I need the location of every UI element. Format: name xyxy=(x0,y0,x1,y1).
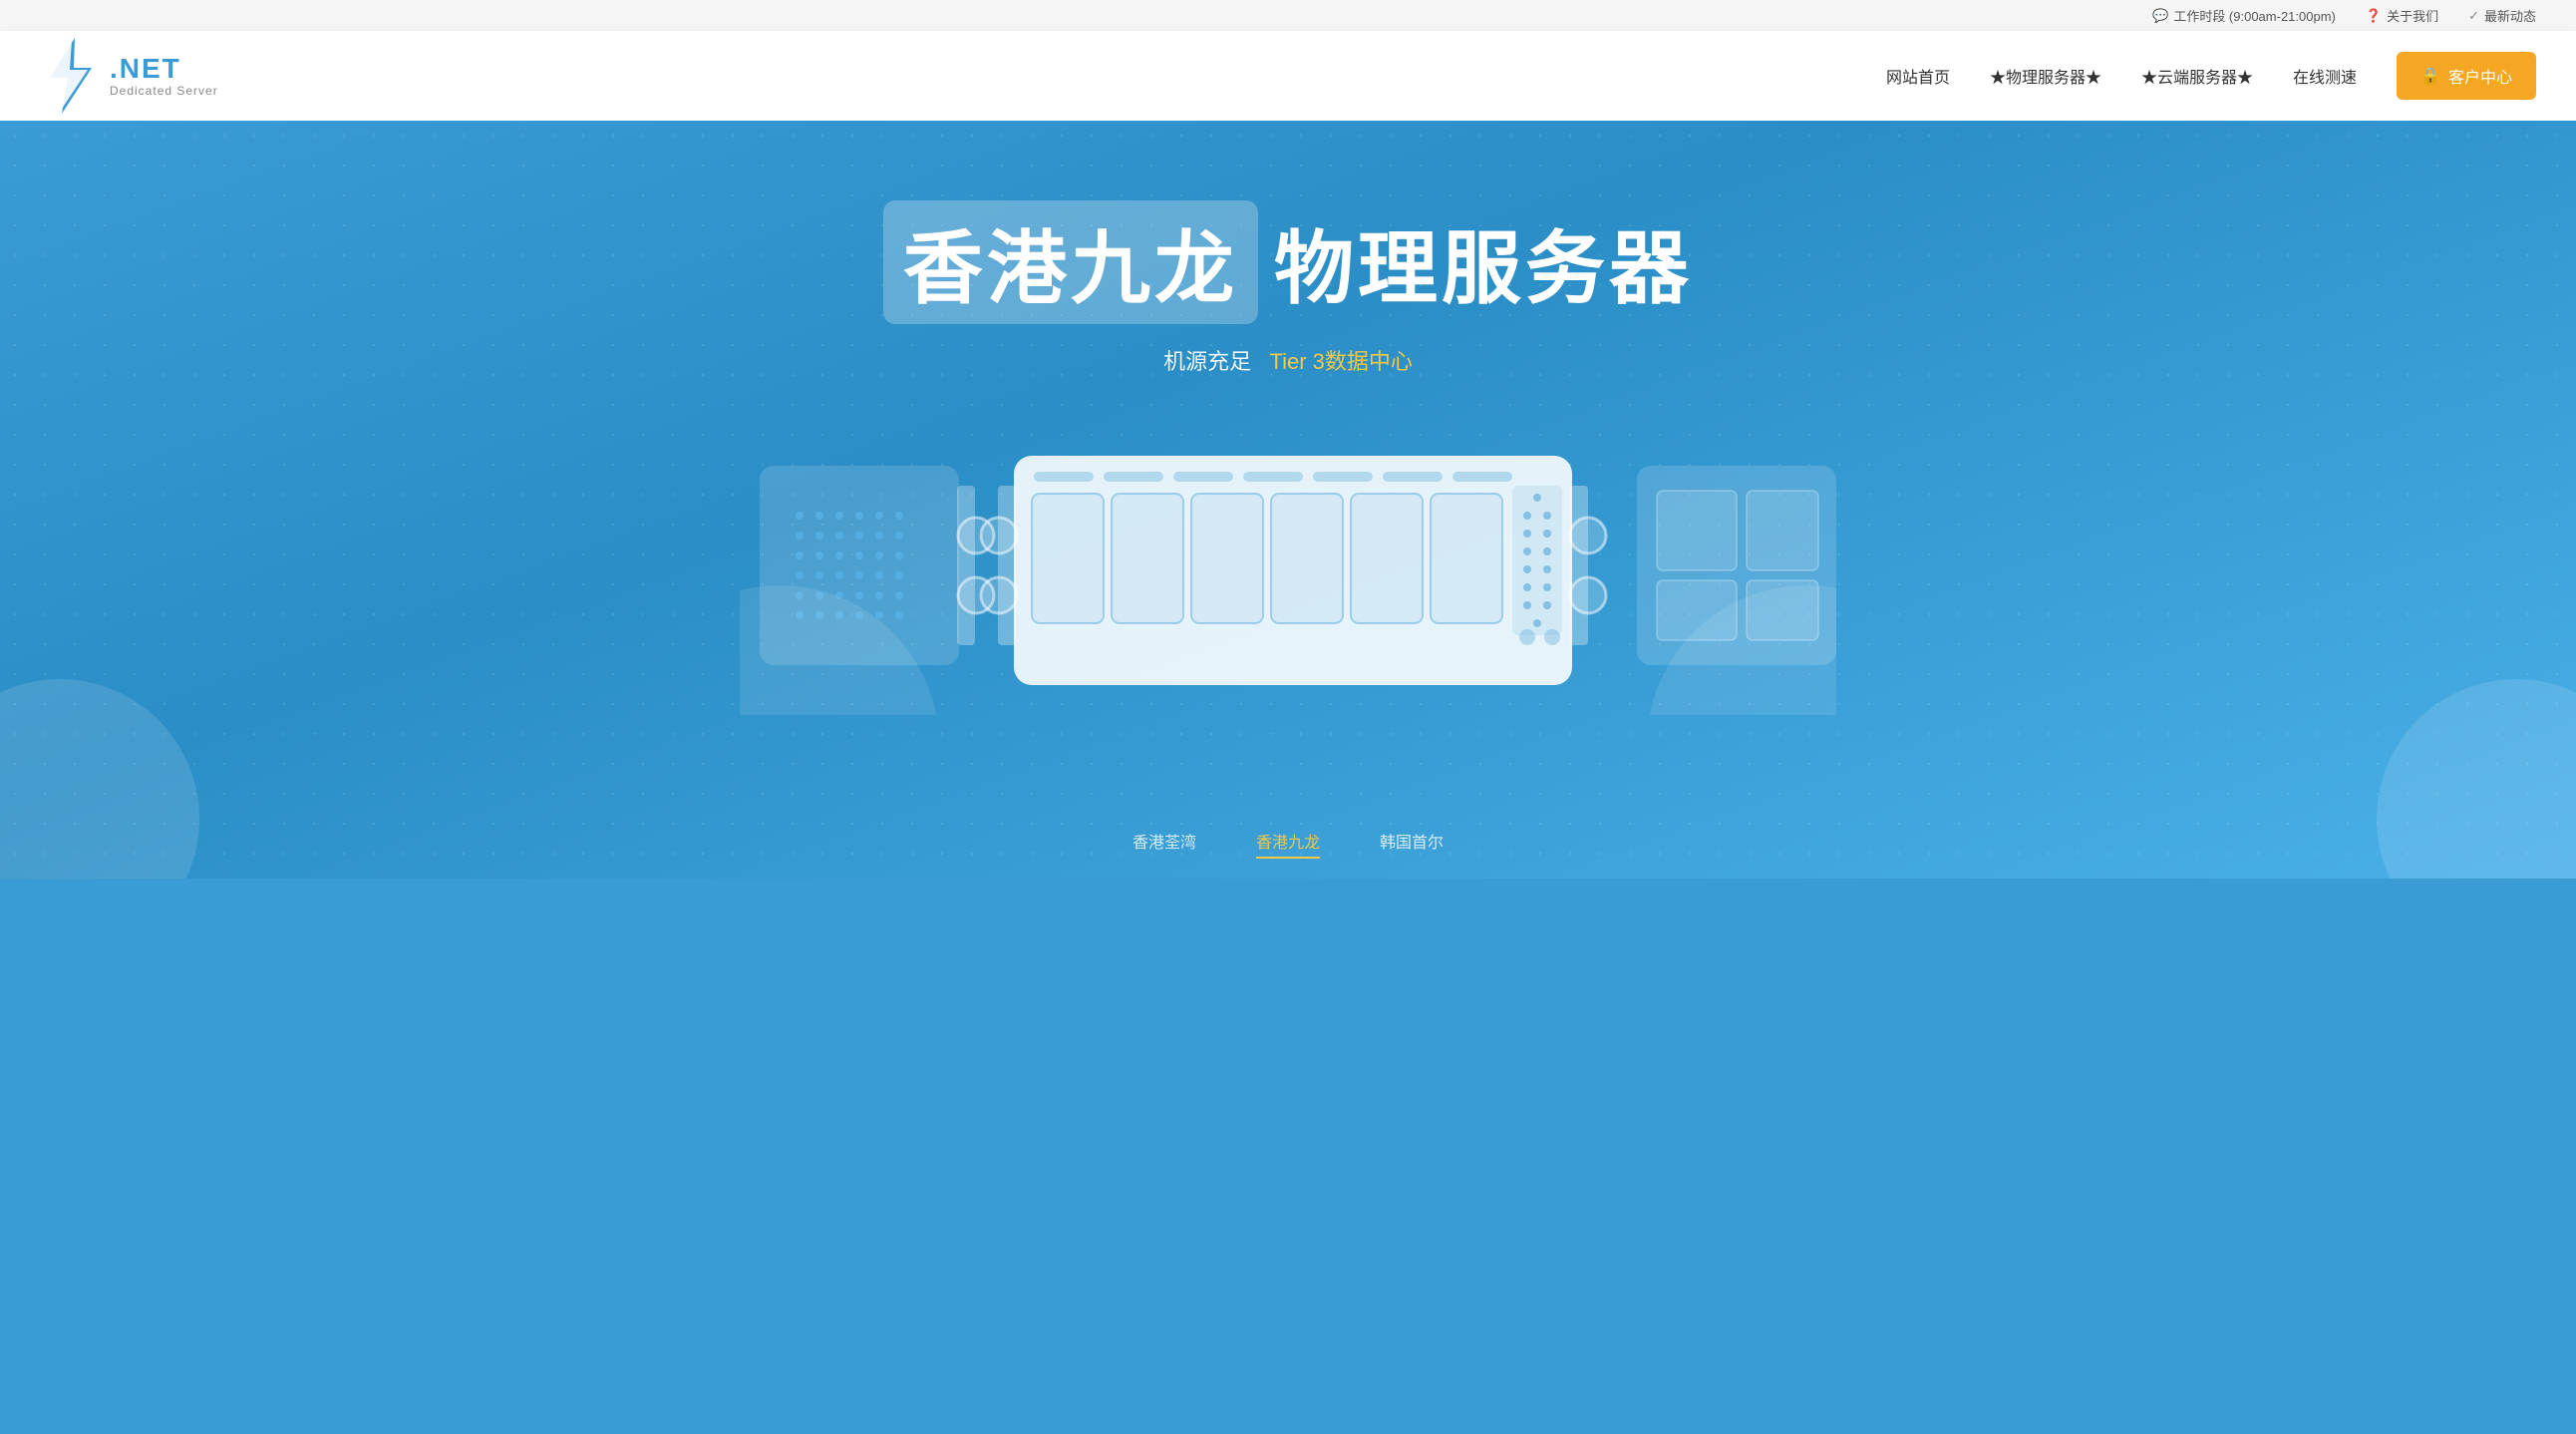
client-center-button[interactable]: 🔒 客户中心 xyxy=(2397,52,2536,100)
nav-home[interactable]: 网站首页 xyxy=(1886,64,1950,88)
hero-subtitle-normal: 机源充足 xyxy=(1163,349,1251,374)
logo[interactable]: .NET Dedicated Server xyxy=(40,36,218,116)
location-tabs: 香港荃湾 香港九龙 韩国首尔 xyxy=(1132,829,1444,859)
logo-text: .NET Dedicated Server xyxy=(110,54,218,98)
hero-title-part1: 香港九龙 xyxy=(883,200,1258,324)
logo-svg xyxy=(40,36,100,116)
nav-physical-server[interactable]: ★物理服务器★ xyxy=(1990,64,2101,88)
lock-icon: 🔒 xyxy=(2420,66,2440,86)
check-icon: ✓ xyxy=(2468,8,2479,24)
hero-section: 香港九龙 物理服务器 机源充足 Tier 3数据中心 xyxy=(0,121,2576,879)
hero-subtitle: 机源充足 Tier 3数据中心 xyxy=(1163,344,1413,376)
server-svg xyxy=(740,436,1836,715)
logo-net-text: .NET xyxy=(110,54,218,85)
header: .NET Dedicated Server 网站首页 ★物理服务器★ ★云端服务… xyxy=(0,31,2576,121)
hero-title-main: 香港九龙 物理服务器 xyxy=(883,200,1693,324)
nav-speed-test[interactable]: 在线测速 xyxy=(2293,64,2357,88)
latest-news[interactable]: ✓ 最新动态 xyxy=(2468,6,2536,25)
hero-subtitle-accent: Tier 3数据中心 xyxy=(1269,349,1412,374)
location-tab-seoul[interactable]: 韩国首尔 xyxy=(1380,829,1444,859)
top-bar: 💬 工作时段 (9:00am-21:00pm) ❓ 关于我们 ✓ 最新动态 xyxy=(0,0,2576,31)
about-us[interactable]: ❓ 关于我们 xyxy=(2366,6,2438,25)
logo-sub-text: Dedicated Server xyxy=(110,85,218,98)
hero-title: 香港九龙 物理服务器 xyxy=(883,200,1693,324)
main-nav: 网站首页 ★物理服务器★ ★云端服务器★ 在线测速 🔒 客户中心 xyxy=(1886,52,2536,100)
location-tab-kowloon[interactable]: 香港九龙 xyxy=(1256,829,1320,859)
hero-title-part2: 物理服务器 xyxy=(1274,204,1693,320)
nav-cloud-server[interactable]: ★云端服务器★ xyxy=(2141,64,2253,88)
help-icon: ❓ xyxy=(2366,8,2382,24)
server-illustration xyxy=(40,436,2536,715)
location-tab-kwantung[interactable]: 香港荃湾 xyxy=(1132,829,1196,859)
chat-icon: 💬 xyxy=(2152,8,2168,24)
working-hours: 💬 工作时段 (9:00am-21:00pm) xyxy=(2152,6,2336,25)
